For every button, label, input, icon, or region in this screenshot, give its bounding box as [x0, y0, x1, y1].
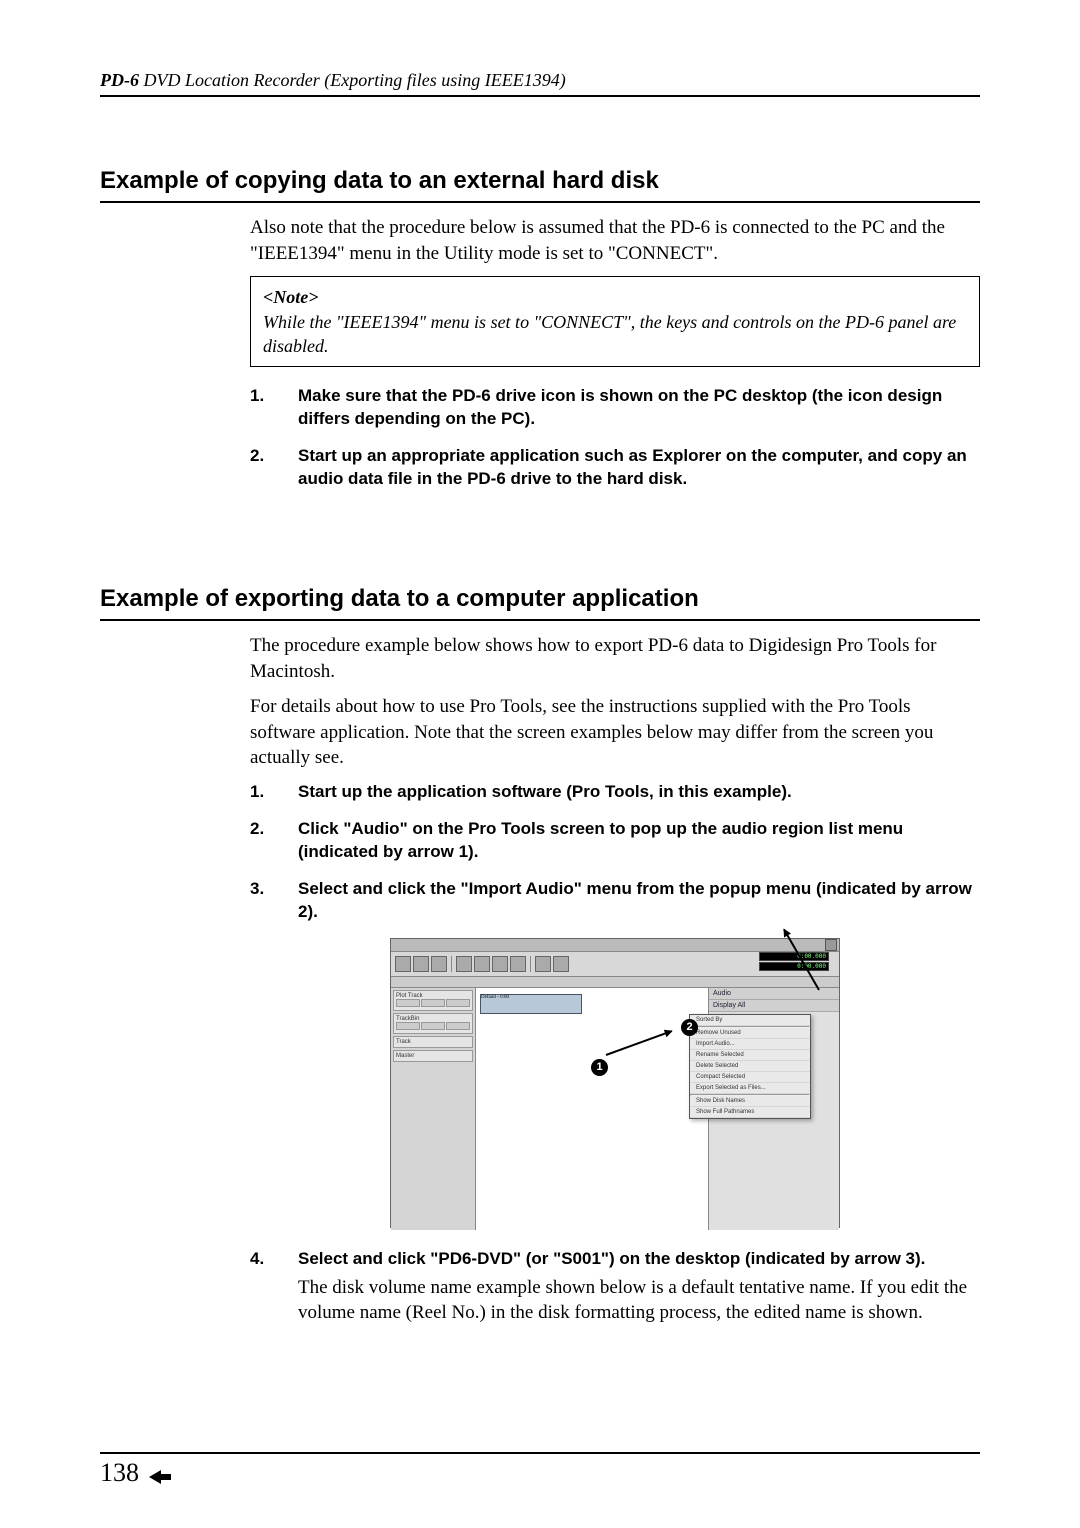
header-rule: [100, 95, 980, 97]
step-text: Click "Audio" on the Pro Tools screen to…: [298, 818, 980, 864]
tool-icon[interactable]: [553, 956, 569, 972]
step-number: 1.: [250, 781, 298, 804]
header-rest: DVD Location Recorder (Exporting files u…: [139, 70, 566, 90]
tool-icon[interactable]: [395, 956, 411, 972]
track-list-panel: Plot Track TrackBin Track Master: [391, 988, 476, 1230]
callout-2: 2: [681, 1019, 698, 1036]
popup-item[interactable]: Export Selected as Files...: [690, 1083, 810, 1094]
footer-rule: [100, 1452, 980, 1454]
step-subtext: The disk volume name example shown below…: [298, 1275, 980, 1326]
running-header: PD-6 DVD Location Recorder (Exporting fi…: [100, 70, 980, 91]
toolbar-separator: [451, 956, 452, 972]
tool-icon[interactable]: [456, 956, 472, 972]
tool-icon[interactable]: [431, 956, 447, 972]
track-header[interactable]: TrackBin: [393, 1013, 473, 1034]
popup-item[interactable]: Compact Selected: [690, 1072, 810, 1083]
audio-popup-menu[interactable]: Sorted By Remove Unused Import Audio... …: [689, 1014, 811, 1119]
step-text: Start up the application software (Pro T…: [298, 781, 980, 804]
step-number: 2.: [250, 818, 298, 864]
main-counter: 0:00.000: [759, 952, 829, 961]
sub-counter: 0:00.000: [759, 962, 829, 971]
close-icon[interactable]: [825, 939, 837, 951]
section2-p1: The procedure example below shows how to…: [250, 633, 980, 684]
step-row: 2. Start up an appropriate application s…: [250, 445, 980, 491]
audio-clip[interactable]: Default - 0:00: [480, 994, 582, 1014]
page-number: 138: [100, 1458, 139, 1488]
tool-icon[interactable]: [535, 956, 551, 972]
section2-title: Example of exporting data to a computer …: [100, 585, 980, 619]
section2-p2: For details about how to use Pro Tools, …: [250, 694, 980, 771]
callout-1: 1: [591, 1059, 608, 1076]
note-label: <Note>: [263, 287, 319, 307]
step-text: Start up an appropriate application such…: [298, 445, 980, 491]
popup-item[interactable]: Remove Unused: [690, 1028, 810, 1039]
step-text: Select and click "PD6-DVD" (or "S001") o…: [298, 1248, 980, 1326]
step-number: 4.: [250, 1248, 298, 1326]
region-sub: Display All: [709, 1000, 839, 1012]
popup-item[interactable]: Delete Selected: [690, 1061, 810, 1072]
tool-icon[interactable]: [413, 956, 429, 972]
step-row: 4. Select and click "PD6-DVD" (or "S001"…: [250, 1248, 980, 1326]
section2-step-4: 4. Select and click "PD6-DVD" (or "S001"…: [250, 1248, 980, 1326]
section1-rule: [100, 201, 980, 203]
step-row: 2. Click "Audio" on the Pro Tools screen…: [250, 818, 980, 864]
window-titlebar: [391, 939, 839, 952]
step-row: 3. Select and click the "Import Audio" m…: [250, 878, 980, 924]
popup-item[interactable]: Show Full Pathnames: [690, 1107, 810, 1118]
protools-window: 0:00.000 0:00.000: [390, 938, 840, 1228]
tool-icon[interactable]: [510, 956, 526, 972]
note-box: <Note> While the "IEEE1394" menu is set …: [250, 276, 980, 367]
track-header[interactable]: Plot Track: [393, 990, 473, 1011]
toolbar-separator: [530, 956, 531, 972]
header-model: PD-6: [100, 70, 139, 90]
popup-item[interactable]: Show Disk Names: [690, 1096, 810, 1107]
timecode-counters: 0:00.000 0:00.000: [759, 952, 829, 971]
step-number: 1.: [250, 385, 298, 431]
section2-rule: [100, 619, 980, 621]
tool-icon[interactable]: [474, 956, 490, 972]
step-text: Make sure that the PD-6 drive icon is sh…: [298, 385, 980, 431]
region-list-panel: Audio Display All Sorted By Remove Unuse…: [708, 988, 839, 1230]
popup-item[interactable]: Sorted By: [690, 1015, 810, 1026]
page-arrow-icon: [149, 1468, 171, 1486]
tool-icon[interactable]: [492, 956, 508, 972]
step-number: 2.: [250, 445, 298, 491]
section1-title: Example of copying data to an external h…: [100, 167, 980, 201]
popup-item-import-audio[interactable]: Import Audio...: [690, 1039, 810, 1050]
section1-intro: Also note that the procedure below is as…: [250, 215, 980, 266]
step-text: Select and click the "Import Audio" menu…: [298, 878, 980, 924]
section2-steps-a: 1. Start up the application software (Pr…: [250, 781, 980, 924]
section1-steps: 1. Make sure that the PD-6 drive icon is…: [250, 385, 980, 491]
protools-screenshot: 0:00.000 0:00.000: [250, 938, 980, 1228]
page-footer: 138: [100, 1452, 980, 1488]
timeline-area[interactable]: Default - 0:00: [476, 988, 708, 1230]
popup-item[interactable]: Rename Selected: [690, 1050, 810, 1061]
step-row: 1. Start up the application software (Pr…: [250, 781, 980, 804]
timeline-ruler: [391, 977, 839, 988]
step-row: 1. Make sure that the PD-6 drive icon is…: [250, 385, 980, 431]
step-number: 3.: [250, 878, 298, 924]
track-header[interactable]: Master: [393, 1050, 473, 1062]
note-body: While the "IEEE1394" menu is set to "CON…: [263, 312, 956, 356]
track-header[interactable]: Track: [393, 1036, 473, 1048]
